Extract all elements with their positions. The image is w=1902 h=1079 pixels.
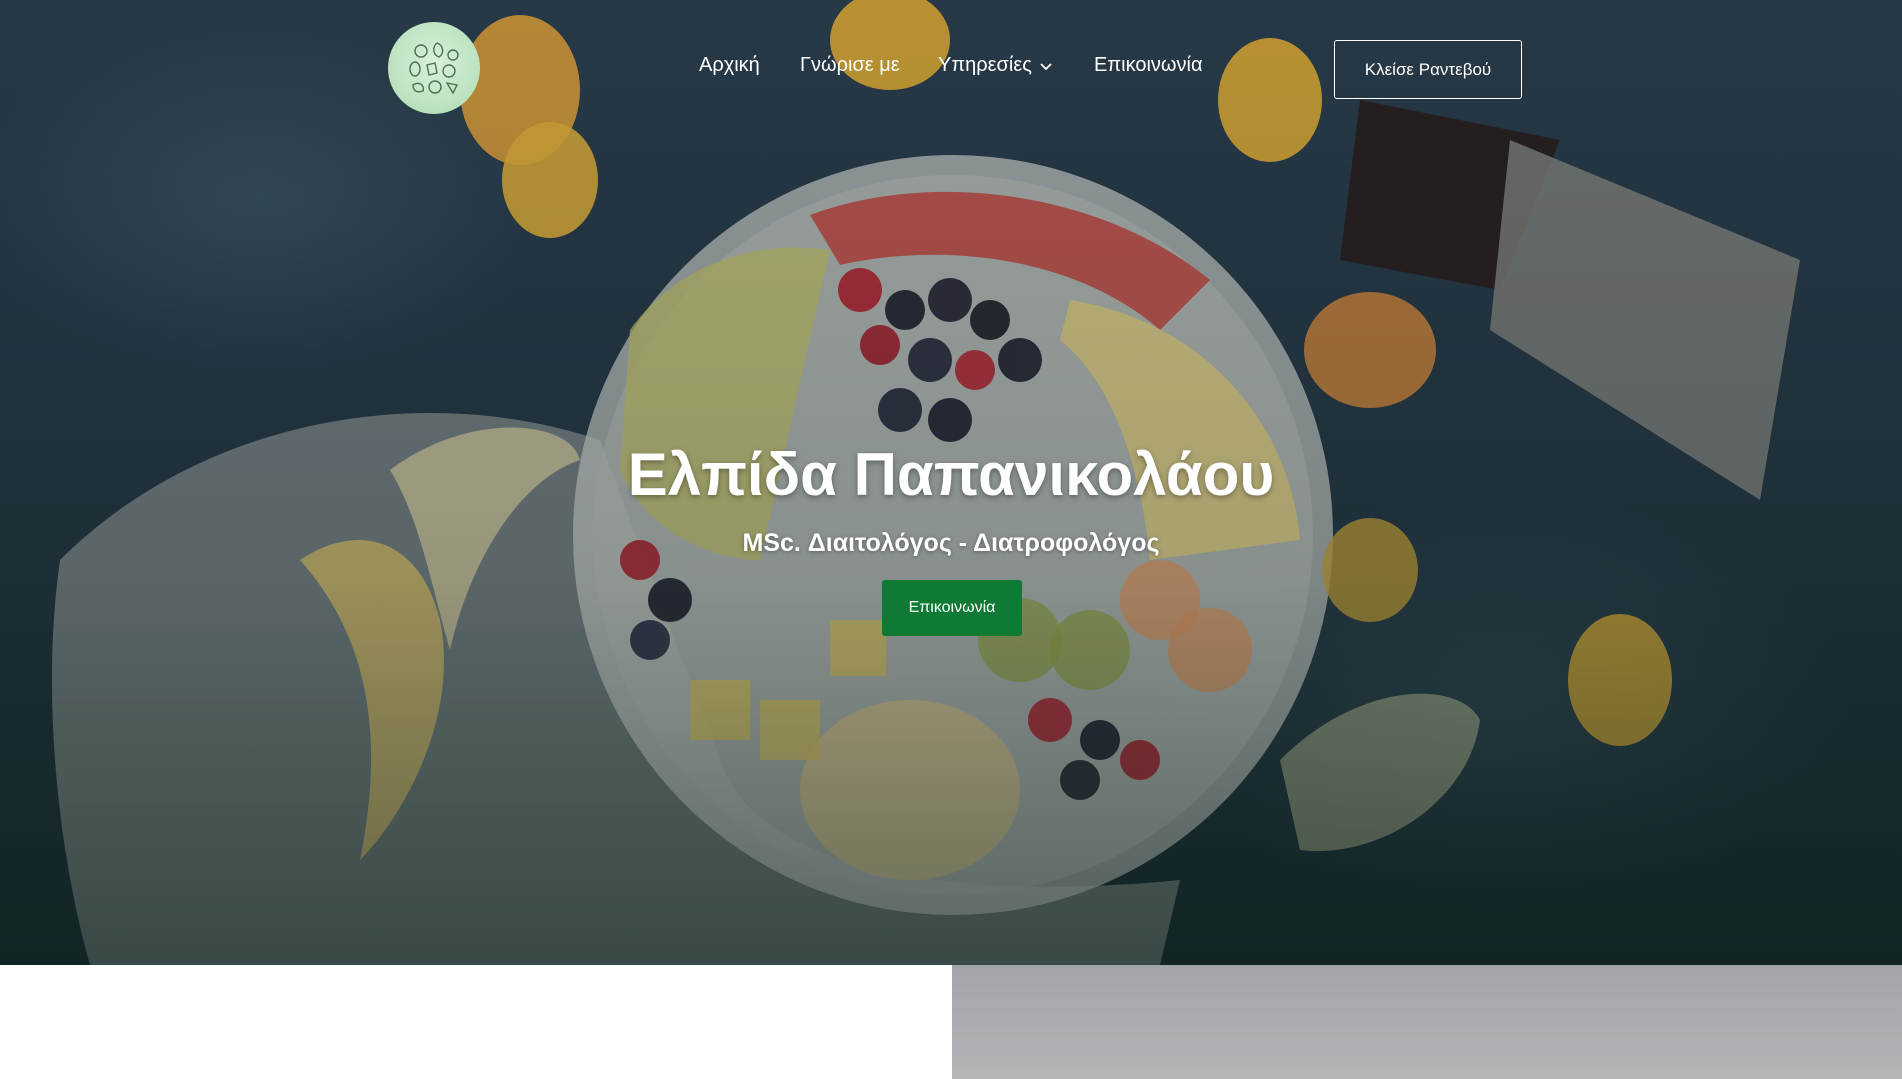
book-appointment-button[interactable]: Κλείσε Ραντεβού xyxy=(1334,40,1522,99)
nav-item-home[interactable]: Αρχική xyxy=(699,54,760,77)
about-section-image xyxy=(952,965,1902,1079)
about-section-text-column xyxy=(0,965,952,1079)
nav-item-label: Επικοινωνία xyxy=(1094,54,1203,76)
book-appointment-label: Κλείσε Ραντεβού xyxy=(1364,59,1492,79)
hero-contact-button[interactable]: Επικοινωνία xyxy=(882,580,1022,636)
nav-item-services[interactable]: Υπηρεσίες xyxy=(938,54,1052,77)
site-logo[interactable] xyxy=(388,22,480,114)
nav-item-label: Αρχική xyxy=(699,54,760,76)
fruit-logo-icon xyxy=(409,42,459,95)
nav-item-contact[interactable]: Επικοινωνία xyxy=(1094,54,1203,77)
chevron-down-icon xyxy=(1040,54,1052,77)
nav-item-about[interactable]: Γνώρισε με xyxy=(800,54,900,77)
hero-subtitle: MSc. Διαιτολόγος - Διατροφολόγος xyxy=(742,529,1160,557)
hero-title: Ελπίδα Παπανικολάου xyxy=(627,441,1275,508)
nav-item-label: Γνώρισε με xyxy=(800,54,900,76)
hero-section: Αρχική Γνώρισε με Υπηρεσίες Επικοινωνία … xyxy=(0,0,1902,965)
hero-contact-label: Επικοινωνία xyxy=(908,599,996,616)
nav-item-label: Υπηρεσίες xyxy=(938,54,1032,76)
